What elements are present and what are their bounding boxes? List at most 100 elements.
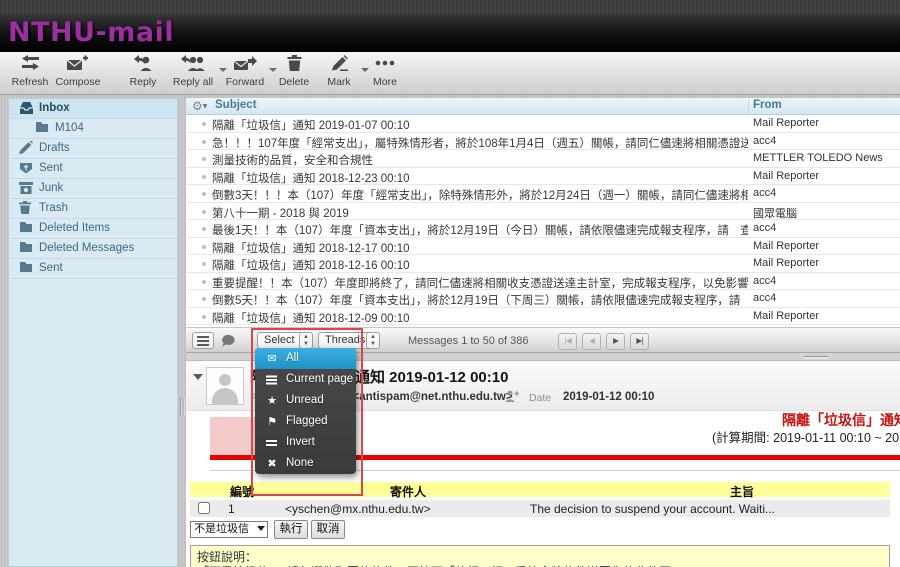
date-label: Date	[529, 392, 551, 404]
compose-button[interactable]: Compose	[54, 55, 102, 93]
row-number: 1	[228, 502, 235, 516]
main-toolbar: RefreshCompose ReplyReply allForwardDelet…	[0, 52, 900, 95]
page-next-button[interactable]: ▶	[606, 333, 625, 350]
sidebar-item-sent[interactable]: Sent	[9, 259, 177, 279]
cross-icon: ✖	[264, 453, 280, 474]
sidebar-item-sent[interactable]: Sent	[9, 159, 177, 179]
more-icon	[362, 55, 408, 75]
action-select[interactable]: 不是垃圾信	[190, 521, 268, 538]
refresh-button[interactable]: Refresh	[8, 55, 52, 93]
mark-button[interactable]: Mark	[316, 55, 362, 93]
message-row[interactable]: 隔離「垃圾信」通知 2018-12-09 00:10Mail Reporter	[186, 308, 900, 326]
message-row[interactable]: 最後1天！！本（107）年度「資本支出」，將於12月19日（今日）關帳，請依限儘…	[186, 220, 900, 238]
message-row[interactable]: 隔離「垃圾信」通知 2018-12-16 00:10Mail Reporter	[186, 255, 900, 273]
add-contact-icon[interactable]	[504, 389, 519, 407]
list-view-button[interactable]	[192, 332, 214, 349]
select-arrow-icon	[257, 526, 265, 531]
unread-dot-icon	[202, 140, 206, 144]
execute-button[interactable]: 執行	[274, 520, 308, 539]
list-view-icon	[197, 336, 209, 338]
unread-dot-icon	[202, 192, 206, 196]
date-value: 2019-01-12 00:10	[563, 391, 654, 403]
message-row[interactable]: 隔離「垃圾信」通知 2018-12-23 00:10Mail Reporter	[186, 168, 900, 186]
page-previous-button[interactable]: ◀	[582, 333, 601, 350]
menu-item-none[interactable]: ✖None	[255, 453, 356, 474]
column-header-subject[interactable]: Subject	[215, 99, 257, 111]
select-dropdown-menu: ✉AllCurrent page★Unread⚑FlaggedInvert✖No…	[255, 348, 356, 474]
compose-icon	[54, 55, 102, 75]
menu-item-current-page[interactable]: Current page	[255, 369, 356, 390]
message-row[interactable]: 測量技術的品質，安全和合規性METTLER TOLEDO News	[186, 150, 900, 168]
page-first-button[interactable]: |◀	[558, 333, 577, 350]
menu-item-invert[interactable]: Invert	[255, 432, 356, 453]
horizontal-splitter-grip[interactable]	[804, 356, 828, 359]
list-options-gear-icon[interactable]: ⚙▼	[192, 99, 207, 113]
threads-spinner[interactable]: ▲▼	[366, 332, 380, 349]
threads-bubble-icon[interactable]	[220, 334, 236, 353]
row-sender: <yschen@mx.nthu.edu.tw>	[285, 502, 431, 516]
unread-dot-icon	[202, 315, 206, 319]
forward-button[interactable]: Forward	[220, 55, 270, 93]
select-spinner[interactable]: ▲▼	[299, 332, 313, 349]
sidebar-item-drafts[interactable]: Drafts	[9, 139, 177, 159]
trash-icon	[19, 201, 31, 221]
header-sender: 寄件人	[390, 483, 426, 500]
menu-item-unread[interactable]: ★Unread	[255, 390, 356, 411]
page-last-button[interactable]: ▶|	[630, 333, 649, 350]
reply-all-button[interactable]: Reply all	[166, 55, 220, 93]
quarantine-table: 編號 寄件人 主旨 1 <yschen@mx.nthu.edu.tw> The …	[190, 482, 890, 517]
column-divider[interactable]	[748, 99, 749, 114]
sender-avatar	[206, 367, 244, 405]
sidebar-item-deleted-messages[interactable]: Deleted Messages	[9, 239, 177, 259]
delete-button[interactable]: Delete	[272, 55, 316, 93]
unread-dot-icon	[202, 280, 206, 284]
mark-icon	[316, 55, 362, 75]
folder-icon	[19, 261, 33, 280]
unread-dot-icon	[202, 297, 206, 301]
menu-item-all[interactable]: ✉All	[255, 348, 356, 369]
select-dropdown-button[interactable]: Select	[257, 332, 302, 349]
vertical-splitter-handle[interactable]	[180, 398, 185, 415]
app-logo: NTHU-mail	[8, 17, 174, 48]
message-row[interactable]: 倒數5天！！本（107）年度「資本支出」，將於12月19日（下周三）關帳，請依限…	[186, 290, 900, 308]
sidebar-item-deleted-items[interactable]: Deleted Items	[9, 219, 177, 239]
notice-period: (計算期間: 2019-01-11 00:10 ~ 201	[712, 427, 900, 446]
pencil-icon	[19, 141, 33, 161]
sidebar-item-inbox[interactable]: Inbox	[9, 99, 177, 119]
more-button[interactable]: More	[362, 55, 408, 93]
collapse-triangle-icon[interactable]	[193, 374, 203, 380]
unread-dot-icon	[202, 245, 206, 249]
message-list-pane: ⚙▼ Subject From 隔離「垃圾信」通知 2019-01-07 00:…	[186, 98, 900, 327]
envelope-icon: ✉	[264, 348, 280, 369]
quarantine-row: 1 <yschen@mx.nthu.edu.tw> The decision t…	[190, 500, 890, 517]
reply-icon	[120, 55, 166, 75]
row-subject: The decision to suspend your account. Wa…	[530, 502, 775, 516]
menu-item-flagged[interactable]: ⚑Flagged	[255, 411, 356, 432]
message-row[interactable]: 第八十一期 - 2018 與 2019國眾電腦	[186, 203, 900, 221]
flag-icon: ⚑	[264, 411, 280, 432]
message-row[interactable]: 倒數3天！！！本（107）年度「經常支出」，除特殊情形外，將於12月24日（週一…	[186, 185, 900, 203]
forward-icon	[220, 55, 270, 75]
sidebar-item-junk[interactable]: Junk	[9, 179, 177, 199]
reply-button[interactable]: Reply	[120, 55, 166, 93]
reply-all-icon	[166, 55, 220, 75]
delete-icon	[272, 55, 316, 75]
message-row[interactable]: 急！！！107年度「經常支出」，屬特殊情形者，將於108年1月4日（週五）關帳，…	[186, 133, 900, 151]
logo-bar: NTHU-mail	[0, 13, 900, 52]
message-row[interactable]: 重要提醒！！本（107）年度即將終了，請同仁儘速將相關收支憑證送達主計室，完成報…	[186, 273, 900, 291]
button-help-note: 按鈕說明： 「不是垃圾信」：請勾選欲取回的信件，再按下「執行」鈕，系統會將信件送…	[190, 545, 890, 567]
note-partial-line: 「不是垃圾信」：請勾選欲取回的信件，再按下「執行」鈕，系統會將信件送回您的收件匣…	[197, 563, 683, 567]
refresh-icon	[8, 55, 52, 75]
cancel-button[interactable]: 取消	[311, 520, 345, 539]
sidebar-item-m104[interactable]: M104	[9, 119, 177, 139]
window-top-strip	[0, 0, 900, 13]
threads-dropdown-button[interactable]: Threads	[318, 332, 372, 349]
message-count-status: Messages 1 to 50 of 386	[408, 335, 528, 347]
sidebar-item-trash[interactable]: Trash	[9, 199, 177, 219]
message-row[interactable]: 隔離「垃圾信」通知 2019-01-07 00:10Mail Reporter	[186, 115, 900, 133]
folder-icon	[19, 221, 33, 240]
column-header-from[interactable]: From	[753, 99, 782, 111]
message-row[interactable]: 隔離「垃圾信」通知 2018-12-17 00:10Mail Reporter	[186, 238, 900, 256]
row-checkbox[interactable]	[198, 502, 210, 514]
quarantine-table-header: 編號 寄件人 主旨	[190, 482, 890, 498]
